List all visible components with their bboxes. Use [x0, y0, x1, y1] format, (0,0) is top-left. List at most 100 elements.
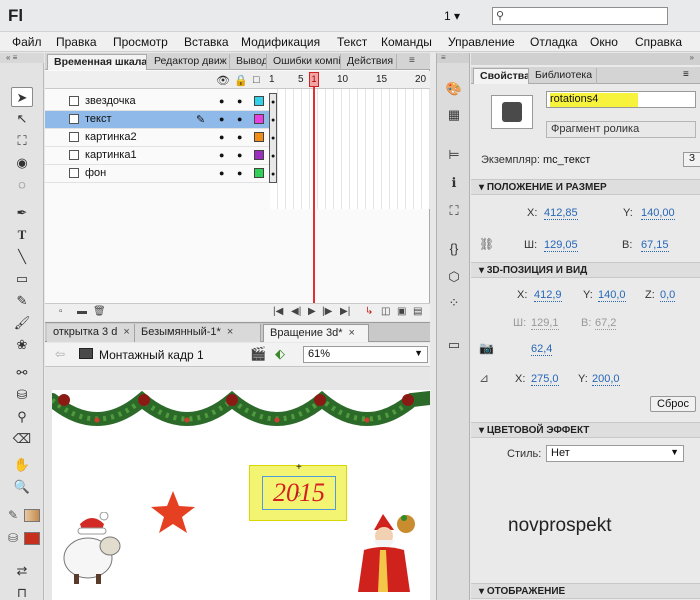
loop-icon[interactable]: ↳	[365, 306, 373, 317]
deco-tool-icon[interactable]: ❀	[11, 335, 33, 355]
zoom-select[interactable]: 61% ▼	[303, 346, 428, 363]
instance-name-field[interactable]: rotations4	[546, 91, 696, 108]
doc-tab[interactable]: открытка 3 d ×	[47, 324, 135, 342]
paint-bucket-tool-icon[interactable]: ⛁	[11, 385, 33, 405]
tab-motion-editor[interactable]: Редактор движ	[148, 54, 230, 70]
layer-color-box[interactable]	[254, 114, 264, 124]
step-back-icon[interactable]: ◀|	[291, 306, 301, 317]
swap-symbol-button[interactable]: З	[683, 152, 700, 167]
vanishing-y-value[interactable]: 200,0	[592, 373, 620, 386]
project-panel-icon[interactable]: ▭	[444, 335, 464, 355]
playhead-handle[interactable]: 1	[309, 72, 319, 87]
menu-insert[interactable]: Вставка	[184, 35, 229, 49]
layer-color-box[interactable]	[254, 96, 264, 106]
workspace-selector[interactable]: 1 ▾	[444, 9, 460, 23]
layer-row[interactable]: звездочка ● ●	[45, 93, 270, 111]
tab-compiler-errors[interactable]: Ошибки компі	[267, 54, 341, 70]
collapse-icon[interactable]: ≡	[437, 53, 469, 63]
onion-skin-icon[interactable]: ◫	[381, 306, 390, 317]
visible-dot[interactable]: ●	[219, 114, 224, 124]
section-color-effect[interactable]: ▾ ЦВЕТОВОЙ ЭФФЕКТ	[471, 422, 700, 438]
color-panel-icon[interactable]: 🎨	[444, 79, 464, 99]
height-value[interactable]: 67,15	[641, 239, 669, 252]
menu-view[interactable]: Просмотр	[113, 35, 168, 49]
close-icon[interactable]: ×	[349, 327, 355, 339]
width-value[interactable]: 129,05	[544, 239, 578, 252]
hand-tool-icon[interactable]: ✋	[11, 455, 33, 475]
brush-tool-icon[interactable]: 🖌	[11, 313, 33, 333]
symbol-type-select[interactable]: Фрагмент ролика	[546, 121, 696, 138]
stroke-color-swatch[interactable]	[24, 509, 40, 522]
collapse-icon[interactable]: « ≡	[0, 53, 44, 63]
lock-dot[interactable]: ●	[237, 150, 242, 160]
layer-row[interactable]: картинка2 ● ●	[45, 129, 270, 147]
layer-color-box[interactable]	[254, 132, 264, 142]
keyframe-column[interactable]: ● ● ● ● ●	[269, 93, 277, 183]
layer-row-selected[interactable]: текст ✎ ● ●	[45, 111, 270, 129]
align-panel-icon[interactable]: ⊨	[444, 145, 464, 165]
pencil-tool-icon[interactable]: ✎	[11, 291, 33, 311]
new-layer-icon[interactable]: ▫	[59, 306, 63, 317]
menu-help[interactable]: Справка	[635, 35, 682, 49]
tab-output[interactable]: Вывод	[230, 54, 267, 70]
snap-to-objects-icon[interactable]: ⊓	[11, 583, 33, 600]
swatches-panel-icon[interactable]: ▦	[444, 105, 464, 125]
lock-icon[interactable]: 🔒	[234, 74, 248, 87]
edit-scene-icon[interactable]: 🎬	[250, 346, 266, 362]
new-folder-icon[interactable]: ▬	[77, 306, 87, 317]
motion-presets-icon[interactable]: ⁘	[444, 293, 464, 313]
lasso-tool-icon[interactable]: ◌	[11, 175, 33, 195]
go-first-icon[interactable]: |◀	[273, 306, 283, 317]
panel-menu-icon[interactable]: ≡	[409, 55, 415, 66]
tab-actions[interactable]: Действия	[341, 54, 397, 70]
menu-file[interactable]: Файл	[12, 35, 42, 49]
close-icon[interactable]: ×	[123, 326, 129, 338]
lock-dot[interactable]: ●	[237, 96, 242, 106]
play-icon[interactable]: ▶	[308, 306, 316, 317]
free-transform-tool-icon[interactable]: ⛶	[11, 131, 33, 151]
section-position-size[interactable]: ▾ ПОЛОЖЕНИЕ И РАЗМЕР	[471, 179, 700, 195]
color-style-select[interactable]: Нет ▼	[546, 445, 684, 462]
layer-color-box[interactable]	[254, 150, 264, 160]
reset-button[interactable]: Сброс	[650, 396, 696, 412]
outline-icon[interactable]: □	[253, 74, 260, 86]
vanishing-x-value[interactable]: 275,0	[531, 373, 559, 386]
rectangle-tool-icon[interactable]: ▭	[11, 269, 33, 289]
show-hide-icon[interactable]: 👁	[216, 74, 230, 87]
swap-colors-icon[interactable]: ⇄	[11, 561, 33, 581]
tab-library[interactable]: Библиотека	[529, 68, 597, 84]
menu-debug[interactable]: Отладка	[530, 35, 577, 49]
back-arrow-icon[interactable]: ⇦	[55, 347, 65, 361]
search-input[interactable]	[511, 8, 661, 24]
perspective-value[interactable]: 62,4	[531, 343, 553, 356]
frame-grid[interactable]	[270, 89, 430, 209]
menu-commands[interactable]: Команды	[381, 35, 432, 49]
menu-text[interactable]: Текст	[337, 35, 367, 49]
components-icon[interactable]: ⬡	[444, 267, 464, 287]
tab-properties[interactable]: Свойства	[473, 68, 529, 84]
y-value[interactable]: 140,00	[641, 207, 675, 220]
onion-outline-icon[interactable]: ▣	[397, 306, 406, 317]
lock-dot[interactable]: ●	[237, 168, 242, 178]
stage-canvas[interactable]: 2015 + ○	[52, 390, 430, 600]
layer-row[interactable]: фон ● ●	[45, 165, 270, 183]
go-last-icon[interactable]: ▶|	[340, 306, 350, 317]
x-value[interactable]: 412,85	[544, 207, 578, 220]
tab-timeline[interactable]: Временная шкала	[47, 54, 147, 70]
eraser-tool-icon[interactable]: ⌫	[11, 429, 33, 449]
visible-dot[interactable]: ●	[219, 96, 224, 106]
visible-dot[interactable]: ●	[219, 150, 224, 160]
section-3d-position[interactable]: ▾ 3D-ПОЗИЦИЯ И ВИД	[471, 262, 700, 278]
doc-tab-active[interactable]: Вращение 3d* ×	[263, 324, 369, 342]
doc-tab[interactable]: Безымянный-1* ×	[135, 324, 261, 342]
edit-symbols-icon[interactable]: ⬖	[275, 346, 285, 362]
section-display[interactable]: ▾ ОТОБРАЖЕНИЕ	[471, 583, 700, 599]
close-icon[interactable]: ×	[227, 326, 233, 338]
x3d-value[interactable]: 412,9	[534, 289, 562, 302]
transform-panel-icon[interactable]: ⛶	[444, 201, 464, 221]
menu-modify[interactable]: Модификация	[241, 35, 320, 49]
link-icon[interactable]: ⛓	[479, 237, 494, 251]
text-tool-icon[interactable]: T	[11, 225, 33, 245]
selection-tool-icon[interactable]: ➤	[11, 87, 33, 107]
lock-dot[interactable]: ●	[237, 114, 242, 124]
